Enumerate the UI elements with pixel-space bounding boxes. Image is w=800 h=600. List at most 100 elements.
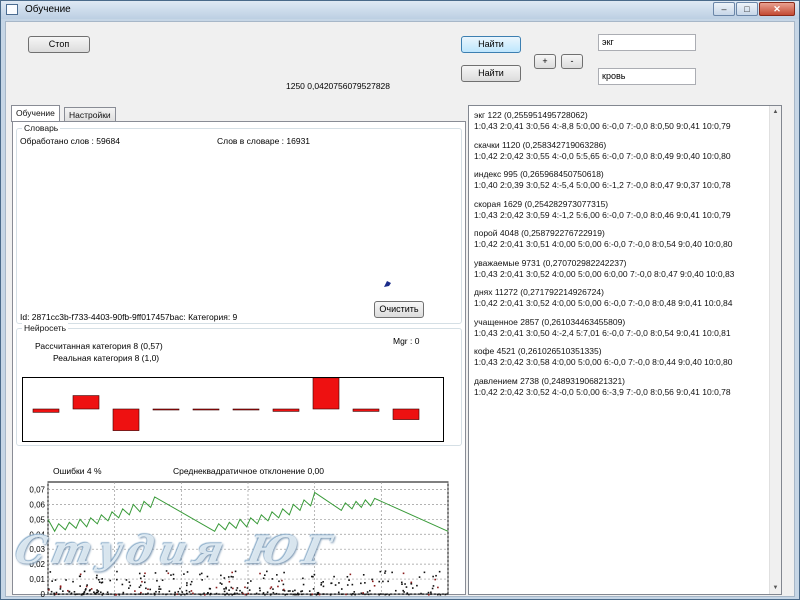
find-button-1[interactable]: Найти [461, 36, 521, 53]
error-dot [387, 580, 389, 583]
error-dot [340, 588, 343, 590]
maximize-button[interactable]: □ [736, 2, 758, 16]
result-values[interactable]: 1:0,43 2:0,42 3:0,59 4:-1,2 5:6,00 6:-0,… [474, 210, 731, 221]
error-dot [121, 583, 124, 586]
scroll-down-icon[interactable]: ▼ [770, 582, 781, 594]
error-dot [228, 589, 230, 591]
result-head[interactable]: давлением 2738 (0,248931906821321) [474, 376, 625, 387]
error-dot [83, 591, 86, 593]
minus-button[interactable]: - [561, 54, 583, 69]
error-dot [313, 573, 316, 576]
error-dot [373, 584, 376, 587]
error-dot [95, 576, 98, 579]
error-dot [78, 575, 81, 578]
error-dot [86, 584, 88, 586]
stop-button[interactable]: Стоп [28, 36, 90, 53]
result-values[interactable]: 1:0,43 2:0,41 3:0,52 4:0,00 5:0,00 6:0,0… [474, 269, 734, 280]
tab-training[interactable]: Обучение [11, 105, 60, 122]
result-values[interactable]: 1:0,40 2:0,39 3:0,52 4:-5,4 5:0,00 6:-1,… [474, 180, 731, 191]
error-dot [203, 592, 205, 595]
minimize-button[interactable]: – [713, 2, 735, 16]
close-button[interactable]: ✕ [759, 2, 795, 16]
error-dot [101, 578, 104, 580]
error-dot [70, 592, 73, 595]
find-button-2[interactable]: Найти [461, 65, 521, 82]
error-dot [262, 577, 265, 580]
query-input-2[interactable]: кровь [598, 68, 696, 85]
scroll-up-icon[interactable]: ▲ [770, 106, 781, 118]
result-values[interactable]: 1:0,42 2:0,41 3:0,51 4:0,00 5:0,00 6:-0,… [474, 239, 733, 250]
error-dot [263, 574, 266, 576]
error-dot [232, 576, 234, 578]
result-values[interactable]: 1:0,43 2:0,41 3:0,50 4:-2,4 5:7,01 6:-0,… [474, 328, 731, 339]
error-dot [98, 581, 101, 583]
error-dot [199, 593, 201, 596]
error-dot [380, 593, 382, 595]
error-dot [292, 593, 294, 596]
error-dot [149, 588, 152, 591]
error-dot [366, 591, 369, 593]
error-dot [394, 589, 397, 592]
result-values[interactable]: 1:0,42 2:0,42 3:0,55 4:-0,0 5:5,65 6:-0,… [474, 151, 731, 162]
error-dot [233, 592, 236, 595]
error-dot [444, 593, 447, 596]
error-dot [333, 575, 335, 578]
result-head[interactable]: порой 4048 (0,258792276722919) [474, 228, 605, 239]
error-dot [255, 592, 258, 595]
error-dot [311, 593, 314, 596]
error-dot [224, 593, 227, 596]
result-values[interactable]: 1:0,42 2:0,41 3:0,52 4:0,00 5:0,00 6:-0,… [474, 298, 733, 309]
error-dot [99, 591, 102, 594]
error-dot [320, 582, 323, 584]
error-dot [79, 585, 81, 587]
error-dot [406, 592, 409, 594]
result-head[interactable]: учащенное 2857 (0,261034463455809) [474, 317, 625, 328]
clear-button[interactable]: Очистить [374, 301, 424, 318]
tab-settings[interactable]: Настройки [64, 107, 116, 122]
result-head[interactable]: скорая 1629 (0,254282973077315) [474, 199, 608, 210]
results-scrollbar[interactable]: ▲ ▼ [769, 106, 781, 594]
error-dot [201, 579, 203, 581]
result-values[interactable]: 1:0,43 2:0,41 3:0,56 4:-8,8 5:0,00 6:-0,… [474, 121, 731, 132]
error-dot [206, 575, 209, 578]
error-dot [165, 593, 167, 596]
error-dot [96, 574, 98, 577]
error-dot [284, 593, 286, 596]
plus-button[interactable]: + [534, 54, 556, 69]
error-dot [362, 574, 365, 576]
neuro-bar [192, 408, 220, 411]
title-bar[interactable]: Обучение – □ ✕ [1, 1, 799, 19]
result-head[interactable]: уважаемые 9731 (0,270702982242237) [474, 258, 627, 269]
error-dot [209, 587, 212, 590]
error-dot [315, 593, 318, 596]
result-head[interactable]: индекс 995 (0,265968450750618) [474, 169, 604, 180]
result-values[interactable]: 1:0,43 2:0,42 3:0,58 4:0,00 5:0,00 6:-0,… [474, 357, 733, 368]
result-head[interactable]: днях 11272 (0,271792214926724) [474, 287, 604, 298]
result-values[interactable]: 1:0,42 2:0,42 3:0,52 4:-0,0 5:0,00 6:-3,… [474, 387, 731, 398]
error-dot [262, 592, 265, 594]
error-dot [244, 593, 247, 596]
error-dot [51, 580, 53, 582]
error-dot [143, 575, 146, 577]
error-dot [219, 582, 222, 584]
result-head[interactable]: скачки 1120 (0,258342719063286) [474, 140, 606, 151]
results-list[interactable]: экг 122 (0,255951495728062) 1:0,43 2:0,41… [468, 105, 782, 595]
error-dot [292, 590, 294, 593]
result-head[interactable]: экг 122 (0,255951495728062) [474, 110, 588, 121]
error-dot [190, 580, 193, 583]
error-dot [362, 592, 364, 594]
error-dot [345, 593, 347, 596]
error-dot [230, 575, 233, 578]
error-dot [420, 592, 422, 595]
error-dot [308, 590, 311, 592]
error-dot [139, 584, 142, 587]
error-dot [278, 580, 280, 583]
error-dot [329, 593, 332, 596]
error-dot [378, 593, 380, 596]
result-head[interactable]: кофе 4521 (0,261026510351335) [474, 346, 602, 357]
error-dot [155, 590, 157, 593]
query-input-1[interactable]: экг [598, 34, 696, 51]
error-dot [122, 591, 125, 594]
calculated-category: Рассчитанная категория 8 (0,57) [35, 341, 163, 351]
error-dot [247, 582, 249, 584]
